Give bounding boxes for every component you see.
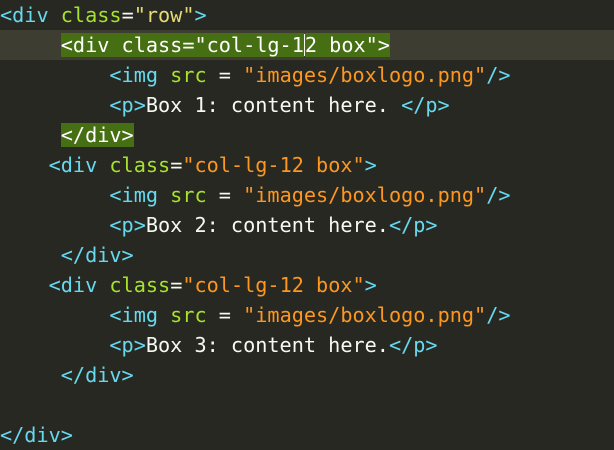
code-line[interactable]: </div> xyxy=(0,240,134,270)
code-line[interactable]: <img src = "images/boxlogo.png"/> xyxy=(0,180,511,210)
code-token: Box 1: content here. xyxy=(145,93,402,117)
code-line-current[interactable]: <div class="col-lg-12 box"> xyxy=(0,30,614,60)
code-token: </div> xyxy=(60,363,134,387)
code-token: = xyxy=(206,63,244,87)
code-token: </div> xyxy=(60,243,134,267)
code-token: class xyxy=(60,3,122,27)
code-token: /> xyxy=(486,63,511,87)
code-line[interactable]: </div> xyxy=(0,420,73,450)
code-token: src xyxy=(170,183,207,207)
code-token: > xyxy=(364,273,377,297)
code-token: /> xyxy=(486,183,511,207)
code-token: </p> xyxy=(388,333,438,357)
code-token: <img xyxy=(109,63,171,87)
code-token: "images/boxlogo.png" xyxy=(243,303,487,327)
code-token: Box 3: content here. xyxy=(145,333,389,357)
code-token: = xyxy=(170,153,183,177)
code-line[interactable]: <p>Box 2: content here.</p> xyxy=(0,210,438,240)
code-token: "col-lg-12 box" xyxy=(182,273,365,297)
code-token: "row" xyxy=(133,3,195,27)
code-line[interactable]: <img src = "images/boxlogo.png"/> xyxy=(0,60,511,90)
code-line[interactable]: <p>Box 1: content here. </p> xyxy=(0,90,450,120)
code-token: Box 2: content here. xyxy=(145,213,389,237)
code-line[interactable]: <div class="row"> xyxy=(0,0,207,30)
code-token: <img xyxy=(109,183,171,207)
code-token: <p> xyxy=(109,333,146,357)
code-token: </p> xyxy=(401,93,450,117)
code-token: src xyxy=(170,63,207,87)
code-token: = xyxy=(206,183,244,207)
code-line[interactable]: <div class="col-lg-12 box"> xyxy=(0,270,377,300)
code-token: <p> xyxy=(109,213,146,237)
code-token: <div xyxy=(48,153,110,177)
code-token: src xyxy=(170,303,207,327)
code-token: "col-lg-12 box" xyxy=(182,153,365,177)
code-token: = xyxy=(206,303,244,327)
code-token: "images/boxlogo.png" xyxy=(243,63,487,87)
code-token: <div xyxy=(0,3,61,27)
code-token: </p> xyxy=(388,213,438,237)
code-line[interactable]: <div class="col-lg-12 box"> xyxy=(0,150,377,180)
code-line[interactable]: <img src = "images/boxlogo.png"/> xyxy=(0,300,511,330)
code-token: <div xyxy=(48,273,110,297)
code-token: > xyxy=(364,153,377,177)
code-token: <p> xyxy=(109,93,146,117)
code-token: "images/boxlogo.png" xyxy=(243,183,487,207)
code-token: /> xyxy=(486,303,511,327)
code-token: </div> xyxy=(60,123,134,147)
code-token: <img xyxy=(109,303,171,327)
code-line[interactable]: <p>Box 3: content here.</p> xyxy=(0,330,438,360)
code-editor[interactable]: <div class="row"> <div class="col-lg-12 … xyxy=(0,0,614,450)
code-token: </div> xyxy=(0,423,73,447)
code-token: class xyxy=(109,273,171,297)
code-token: <div class="col-lg-1 xyxy=(60,33,304,57)
code-token: = xyxy=(170,273,183,297)
code-token: class xyxy=(109,153,171,177)
code-token: = xyxy=(121,3,134,27)
code-line[interactable]: </div> xyxy=(0,360,134,390)
code-line[interactable]: </div> xyxy=(0,120,134,150)
code-token: 2 box"> xyxy=(304,33,390,57)
code-token: > xyxy=(194,3,207,27)
